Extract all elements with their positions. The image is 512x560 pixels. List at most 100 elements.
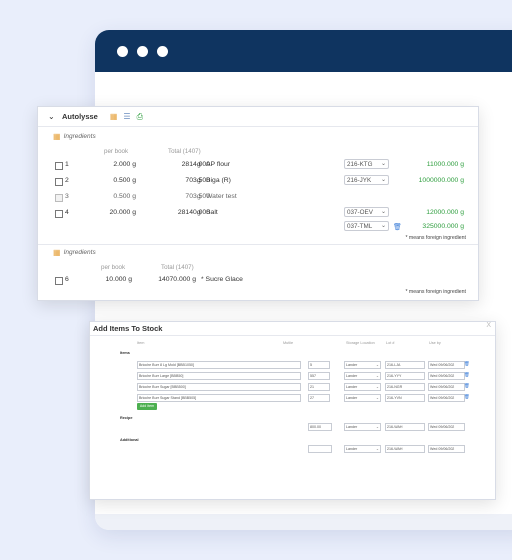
window-dot-3 (157, 45, 168, 57)
ingredient-row: 1 2.000 g 2814.000 g AP flour 216-KTG ⌄ 1… (38, 159, 478, 173)
storage-value: Lander (346, 447, 358, 451)
lot-field[interactable]: 216-LJA (385, 361, 425, 369)
stock-amount: 325000.000 g (422, 223, 464, 230)
item-name-field[interactable]: Brioche Burr Large [BBB50] (137, 372, 301, 380)
lot-field[interactable]: 216-YVN (385, 394, 425, 402)
storage-value: Lander (346, 396, 358, 400)
row-checkbox[interactable] (55, 194, 63, 202)
ingredient-name: Biga (R) (206, 177, 231, 184)
lot-select[interactable]: 216-JYK ⌄ (344, 175, 389, 185)
row-number: 6 (65, 276, 69, 283)
qty-field[interactable]: 557 (308, 372, 330, 380)
lot-field[interactable]: 216-WAH (385, 445, 425, 453)
lot-select[interactable]: 037-OEV ⌄ (344, 207, 389, 217)
lot-field[interactable]: 216-WAH (385, 423, 425, 431)
document-icon[interactable]: ▦ (110, 112, 118, 121)
use-by-field[interactable]: Wed 09/06/202 (428, 394, 465, 402)
storage-select[interactable]: Lander ⌄ (344, 383, 381, 391)
lot-field[interactable]: 216-YYY (385, 372, 425, 380)
clipboard-icon: ▦ (53, 248, 61, 257)
storage-value: Lander (346, 385, 358, 389)
qty-field[interactable] (308, 445, 332, 453)
chevron-down-icon: ⌄ (380, 223, 386, 229)
list-icon[interactable]: ☰ (123, 112, 130, 121)
autolysse-panel: ⌄ Autolysse ▦ ☰ ⎙ ▦ Ingredients per book… (37, 106, 479, 301)
trash-icon[interactable]: 🗑 (464, 361, 470, 367)
storage-select[interactable]: Lander ⌄ (344, 372, 381, 380)
qty-field[interactable]: 5 (308, 361, 330, 369)
total-value: 2814.000 (181, 161, 210, 168)
col-per-book: per book (104, 148, 129, 155)
window-footer (95, 514, 512, 530)
ingredient-name: Water test (206, 193, 237, 200)
storage-select[interactable]: Lander ⌄ (344, 394, 381, 402)
trash-icon[interactable]: 🗑 (464, 394, 470, 400)
use-by-field[interactable]: Wed 09/06/202 (428, 423, 465, 431)
lot-value: 037-TML (347, 222, 373, 230)
trash-icon[interactable]: 🗑 (464, 372, 470, 378)
storage-value: Lander (346, 425, 358, 429)
recipe-label: Recipe (120, 416, 133, 420)
storage-value: Lander (346, 374, 358, 378)
row-checkbox[interactable] (55, 162, 63, 170)
trash-icon[interactable]: 🗑 (464, 383, 470, 389)
use-by-field[interactable]: Wed 09/06/202 (428, 361, 465, 369)
col-multiple: Mutlie (283, 341, 294, 345)
qty-field[interactable]: 21 (308, 383, 330, 391)
row-checkbox[interactable] (55, 178, 63, 186)
col-use-by: Use by (429, 341, 441, 345)
ingredients-label-2: ▦ Ingredients (53, 248, 96, 257)
ingredients-text: Ingredients (63, 133, 96, 140)
ingredient-row: 6 10.000 g 14070.000 g * Sucre Glace (38, 274, 478, 288)
use-by-field[interactable]: Wed 09/06/202 (428, 383, 465, 391)
unit: g (197, 177, 201, 184)
col-item: Item (137, 341, 145, 345)
ingredient-name: Salt (206, 209, 218, 216)
items-label: Items (120, 351, 130, 355)
lot-select[interactable]: 037-TML ⌄ (344, 221, 389, 231)
col-per-book: per book (101, 264, 126, 271)
row-number: 2 (65, 177, 69, 184)
stock-amount: 1000000.000 g (418, 177, 464, 184)
storage-select[interactable]: Lander ⌄ (344, 423, 381, 431)
use-by-field[interactable]: Wed 09/06/202 (428, 372, 465, 380)
chevron-down-icon[interactable]: ⌄ (48, 112, 56, 121)
print-icon[interactable]: ⎙ (137, 112, 143, 121)
row-checkbox[interactable] (55, 277, 63, 285)
qty-field[interactable]: 800.00 (308, 423, 332, 431)
stock-amount: 12000.000 g (426, 209, 464, 216)
per-book-value: 10.000 g (105, 276, 132, 283)
unit: g (197, 209, 201, 216)
close-icon[interactable]: X (486, 322, 491, 329)
window-dot-1 (117, 45, 128, 57)
item-name-field[interactable]: Brioche Burr Sugar [BBB500] (137, 383, 301, 391)
ingredient-name: * Sucre Glace (201, 276, 243, 283)
storage-select[interactable]: Lander ⌄ (344, 361, 381, 369)
total-value: 703.500 (185, 193, 210, 200)
qty-field[interactable]: 27 (308, 394, 330, 402)
chevron-down-icon: ⌄ (375, 447, 379, 451)
storage-select[interactable]: Lander ⌄ (344, 445, 381, 453)
lot-field[interactable]: 216-NGR (385, 383, 425, 391)
foreign-note: * means foreign ingredient (405, 235, 466, 241)
add-items-dialog: Add Items To Stock X Item Mutlie Storage… (89, 321, 496, 500)
col-total: Total (1407) (168, 148, 201, 155)
window-titlebar (95, 30, 512, 72)
autolysse-header: ⌄ Autolysse ▦ ☰ ⎙ (38, 107, 478, 127)
per-book-value: 20.000 g (109, 209, 136, 216)
dialog-divider (90, 335, 495, 336)
trash-icon[interactable]: 🗑 (393, 223, 402, 231)
row-checkbox[interactable] (55, 210, 63, 218)
additional-label: Additional (120, 438, 139, 442)
lot-value: 037-OEV (347, 208, 373, 216)
use-by-field[interactable]: Wed 09/06/202 (428, 445, 465, 453)
row-number: 1 (65, 161, 69, 168)
col-lot: Lot # (386, 341, 395, 345)
lot-value: 216-KTG (347, 160, 373, 168)
add-item-button[interactable]: Add item (137, 403, 157, 410)
lot-select[interactable]: 216-KTG ⌄ (344, 159, 389, 169)
item-name-field[interactable]: Brioche Burr 8 Lg Mold [BBB1050] (137, 361, 301, 369)
ingredient-row: 2 0.500 g 703.500 g Biga (R) 216-JYK ⌄ 10… (38, 175, 478, 189)
stock-amount: 11000.000 g (426, 161, 464, 168)
item-name-field[interactable]: Brioche Burr Sugar Stand [BBB505] (137, 394, 301, 402)
